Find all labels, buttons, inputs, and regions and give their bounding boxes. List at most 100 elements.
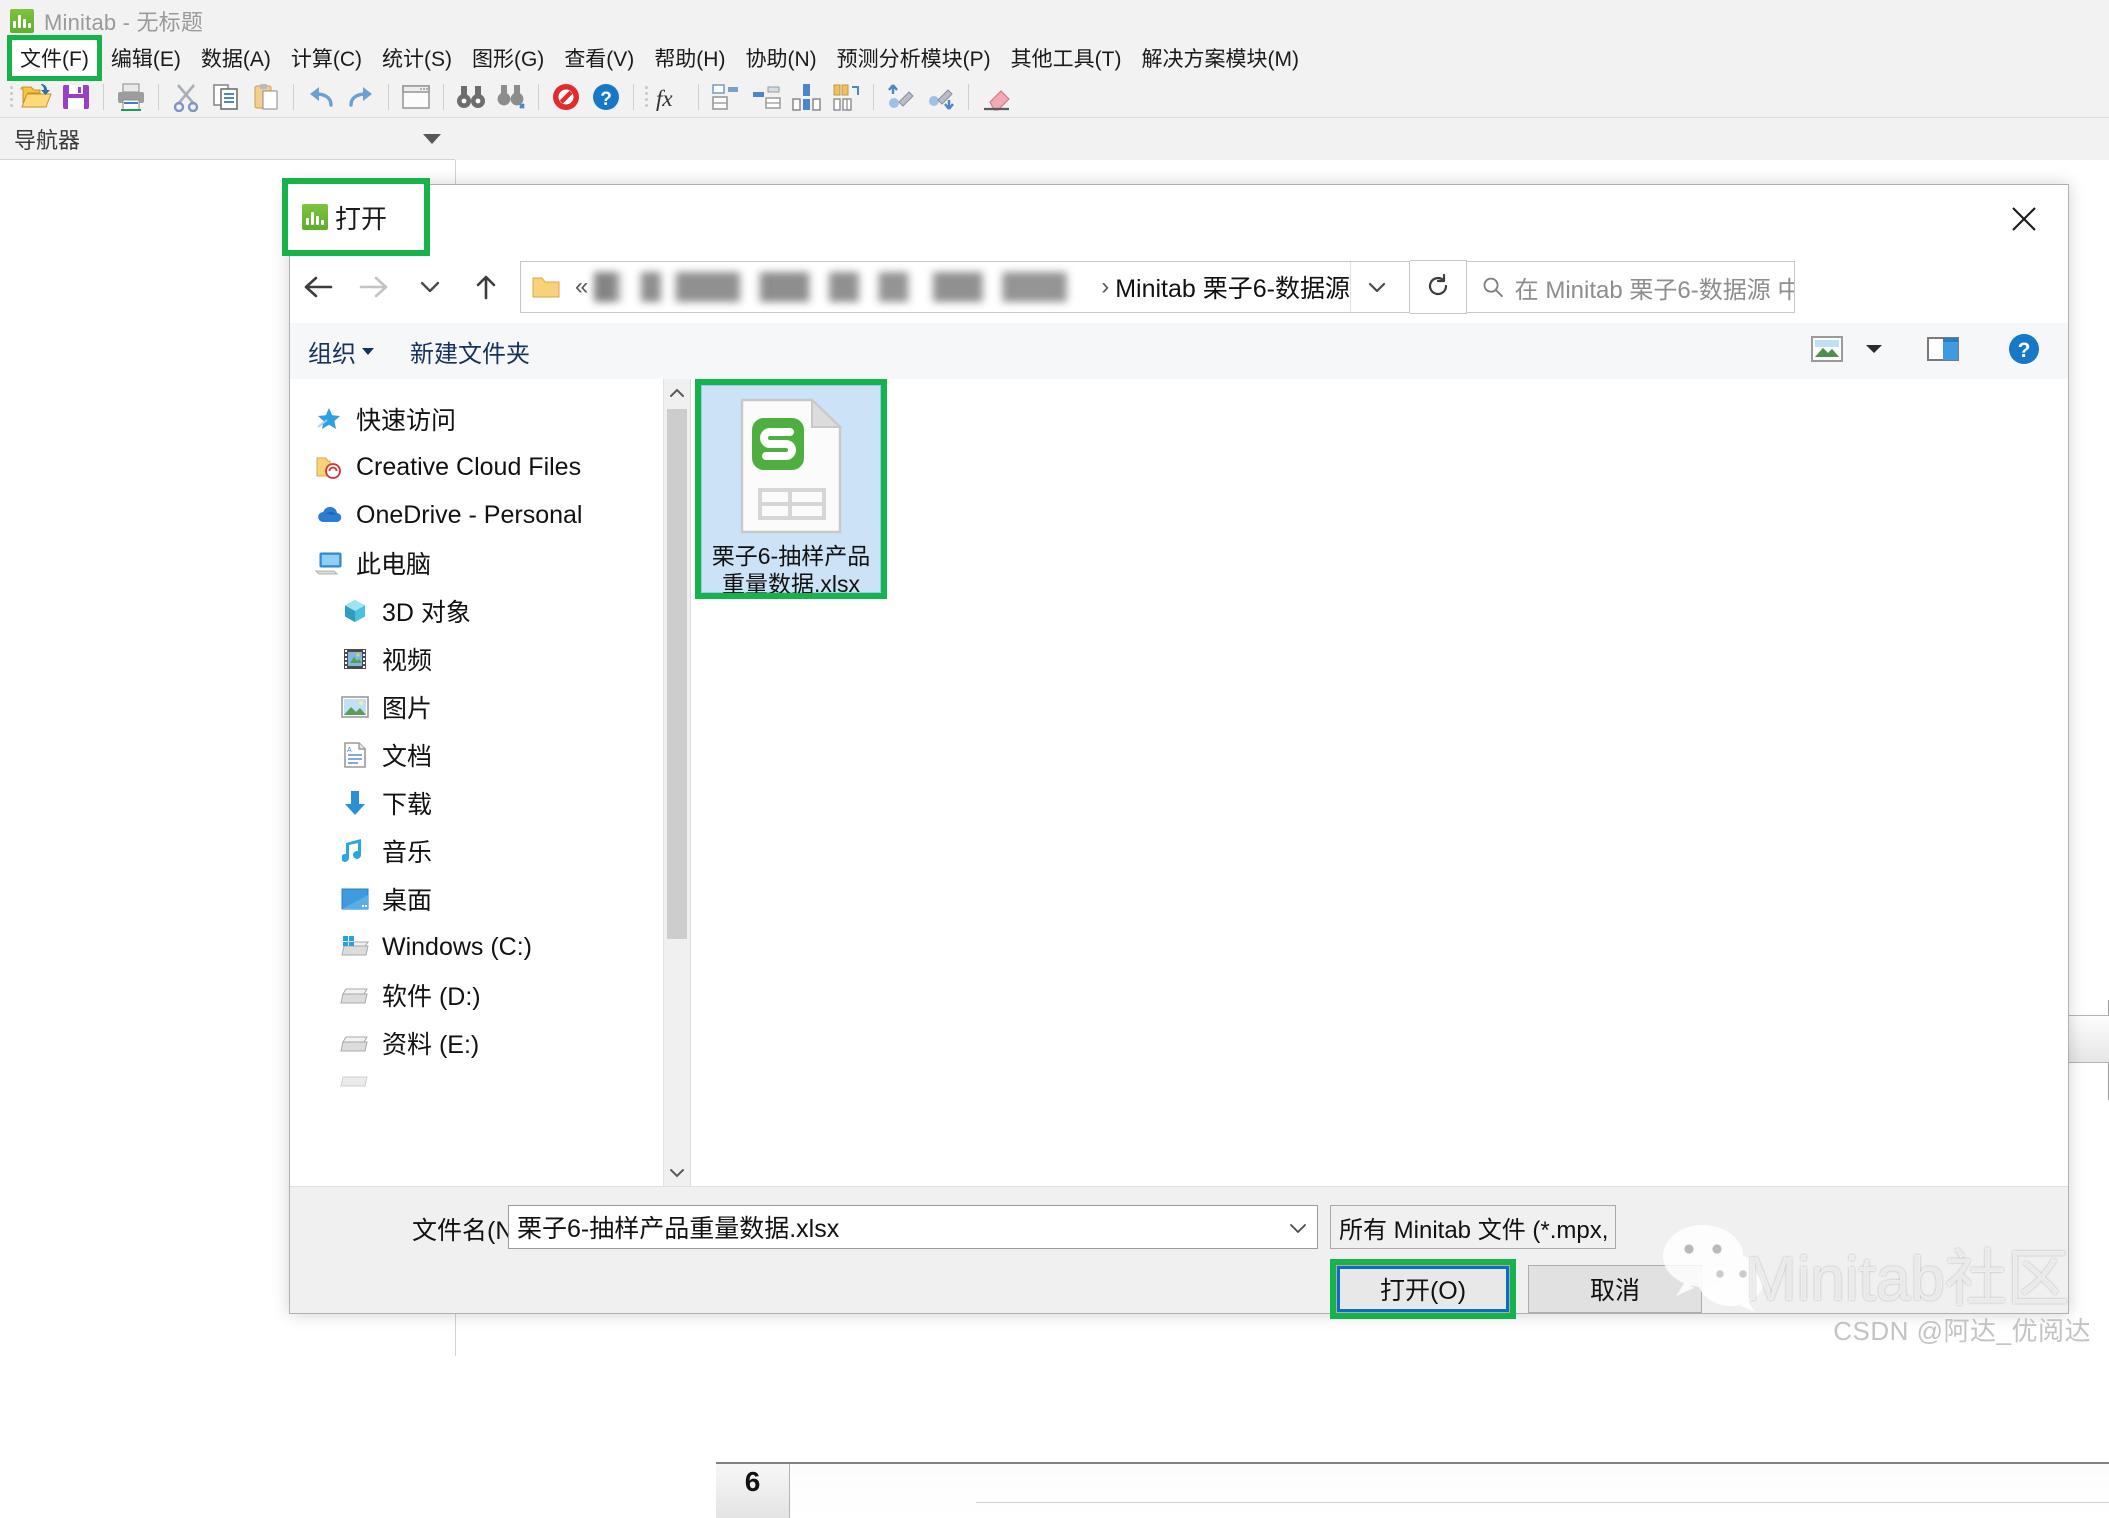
brush-down-icon[interactable]	[921, 80, 961, 114]
app-menubar[interactable]: 文件(F) 编辑(E) 数据(A) 计算(C) 统计(S) 图形(G) 查看(V…	[0, 35, 2109, 81]
places-sidebar: 快速访问 Creative Cloud Files OneDrive - Per…	[290, 379, 690, 1187]
save-icon[interactable]	[56, 80, 96, 114]
menu-item-graph[interactable]: 图形(G)	[462, 41, 554, 75]
sidebar-item-videos[interactable]: 视频	[290, 635, 690, 683]
move-columns-icon[interactable]	[826, 80, 866, 114]
worksheet-cell[interactable]	[790, 1464, 931, 1518]
sidebar-item-label: Windows (C:)	[382, 932, 533, 961]
search-box[interactable]: 在 Minitab 栗子6-数据源 中...	[1467, 261, 1795, 313]
worksheet-cell[interactable]	[1770, 1464, 1911, 1518]
delete-cells-icon[interactable]	[746, 80, 786, 114]
find-binoculars-icon[interactable]	[451, 80, 491, 114]
scroll-up-icon[interactable]	[664, 379, 690, 407]
worksheet-cell[interactable]	[930, 1464, 1071, 1518]
menu-item-calc[interactable]: 计算(C)	[281, 41, 372, 75]
chevron-down-icon[interactable]	[1287, 1213, 1309, 1242]
filename-input[interactable]: 栗子6-抽样产品重量数据.xlsx	[508, 1205, 1318, 1249]
arrow-up-icon[interactable]	[458, 261, 514, 313]
worksheet-cell[interactable]	[1490, 1464, 1631, 1518]
arrow-right-icon[interactable]	[346, 261, 402, 313]
menu-item-solutions[interactable]: 解决方案模块(M)	[1131, 41, 1308, 75]
sidebar-item-quick-access[interactable]: 快速访问	[290, 395, 690, 443]
menu-item-stat[interactable]: 统计(S)	[372, 41, 462, 75]
menu-item-additional-tools[interactable]: 其他工具(T)	[1001, 41, 1132, 75]
dialog-body: 快速访问 Creative Cloud Files OneDrive - Per…	[290, 379, 2068, 1187]
undo-arrow-icon[interactable]	[301, 80, 341, 114]
refresh-icon[interactable]	[1410, 260, 1467, 314]
sidebar-item-partial[interactable]	[290, 1067, 690, 1089]
close-x-icon[interactable]	[2002, 199, 2046, 239]
address-blurred-path	[594, 272, 1090, 302]
picture-view-icon[interactable]	[1810, 335, 1844, 368]
sidebar-item-drive-d[interactable]: 软件 (D:)	[290, 971, 690, 1019]
menu-item-file[interactable]: 文件(F)	[7, 35, 102, 81]
places-scrollbar[interactable]	[663, 379, 690, 1187]
sidebar-item-label: 资料 (E:)	[382, 1031, 480, 1059]
formula-fx-icon[interactable]: fx	[651, 80, 691, 114]
worksheet-cell[interactable]	[1070, 1464, 1211, 1518]
help-question-icon[interactable]: ?	[586, 80, 626, 114]
sidebar-item-this-pc[interactable]: 此电脑	[290, 539, 690, 587]
worksheet-cell[interactable]	[1210, 1464, 1351, 1518]
cancel-button[interactable]: 取消	[1528, 1265, 1702, 1313]
file-item[interactable]: 栗子6-抽样产品 重量数据.xlsx	[695, 379, 887, 599]
worksheet-cell[interactable]	[2050, 1464, 2109, 1518]
scroll-down-icon[interactable]	[664, 1159, 690, 1187]
sidebar-item-pictures[interactable]: 图片	[290, 683, 690, 731]
paste-icon[interactable]	[246, 80, 286, 114]
sidebar-item-desktop[interactable]: 桌面	[290, 875, 690, 923]
chevron-down-icon[interactable]	[402, 261, 458, 313]
preview-pane-icon[interactable]	[1926, 335, 1960, 368]
menu-item-help[interactable]: 帮助(H)	[644, 41, 735, 75]
print-icon[interactable]	[111, 80, 151, 114]
address-dropdown-icon[interactable]	[1350, 262, 1403, 312]
menu-item-view[interactable]: 查看(V)	[554, 41, 644, 75]
insert-cells-icon[interactable]	[706, 80, 746, 114]
chevron-down-icon[interactable]	[423, 133, 441, 144]
sidebar-item-windows-c[interactable]: Windows (C:)	[290, 923, 690, 971]
worksheet-cell[interactable]	[1630, 1464, 1771, 1518]
brush-up-icon[interactable]	[881, 80, 921, 114]
file-list[interactable]: 栗子6-抽样产品 重量数据.xlsx	[690, 379, 2068, 1187]
menu-item-assistant[interactable]: 协助(N)	[735, 41, 826, 75]
sidebar-item-label: 下载	[382, 791, 433, 819]
window-icon[interactable]	[396, 80, 436, 114]
filetype-select[interactable]: 所有 Minitab 文件 (*.mpx, *mv	[1330, 1205, 1616, 1249]
sidebar-item-creative-cloud-files[interactable]: Creative Cloud Files	[290, 443, 690, 491]
menu-item-data[interactable]: 数据(A)	[191, 41, 281, 75]
sidebar-item-documents[interactable]: A 文档	[290, 731, 690, 779]
address-current-folder[interactable]: Minitab 栗子6-数据源	[1115, 269, 1350, 305]
address-overflow-chevrons[interactable]: «	[575, 273, 588, 301]
open-folder-icon[interactable]	[16, 80, 56, 114]
sidebar-item-3d-objects[interactable]: 3D 对象	[290, 587, 690, 635]
help-question-icon[interactable]: ?	[2006, 331, 2042, 372]
eraser-icon[interactable]	[976, 80, 1016, 114]
sidebar-item-music[interactable]: 音乐	[290, 827, 690, 875]
toolbar-grip[interactable]	[6, 84, 16, 110]
navigator-title: 导航器	[14, 127, 81, 153]
dialog-command-bar: 组织 新建文件夹 ?	[290, 323, 2068, 380]
scrollbar-thumb[interactable]	[667, 409, 687, 939]
app-toolbar[interactable]: ? fx	[0, 76, 2109, 118]
menu-item-predictive[interactable]: 预测分析模块(P)	[827, 41, 1001, 75]
new-folder-button[interactable]: 新建文件夹	[392, 334, 548, 369]
caret-down-icon	[362, 347, 374, 355]
worksheet-cell[interactable]	[1350, 1464, 1491, 1518]
sidebar-item-drive-e[interactable]: 资料 (E:)	[290, 1019, 690, 1067]
caret-down-icon[interactable]	[1864, 342, 1884, 361]
cancel-prohibit-icon[interactable]	[546, 80, 586, 114]
address-bar[interactable]: « › Minitab 栗子6-数据源	[520, 261, 1410, 313]
sidebar-item-downloads[interactable]: 下载	[290, 779, 690, 827]
worksheet-cell[interactable]	[1910, 1464, 2051, 1518]
menu-item-edit[interactable]: 编辑(E)	[101, 41, 191, 75]
open-button[interactable]: 打开(O)	[1330, 1259, 1516, 1319]
sidebar-item-onedrive-personal[interactable]: OneDrive - Personal	[290, 491, 690, 539]
cut-scissors-icon[interactable]	[166, 80, 206, 114]
toolbar-grip-2[interactable]	[641, 84, 651, 110]
redo-arrow-icon[interactable]	[341, 80, 381, 114]
insert-column-icon[interactable]	[786, 80, 826, 114]
arrow-left-icon[interactable]	[290, 261, 346, 313]
organize-button[interactable]: 组织	[290, 334, 392, 369]
find-next-binoculars-icon[interactable]	[491, 80, 531, 114]
copy-icon[interactable]	[206, 80, 246, 114]
